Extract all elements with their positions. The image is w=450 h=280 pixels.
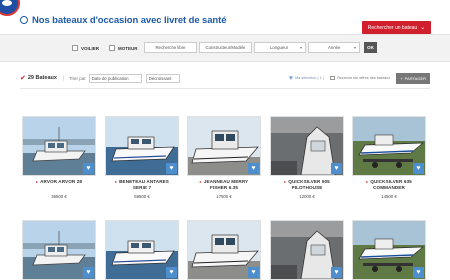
brand-logo[interactable]	[0, 0, 20, 16]
boat-circle-icon	[20, 16, 28, 24]
add-favorite-heart-icon[interactable]: ♥	[331, 163, 342, 174]
boat-name[interactable]: ▸ QUICKSILVER 505 PILOTHOUSE	[270, 179, 344, 191]
add-favorite-heart-icon[interactable]: ♥	[331, 267, 342, 278]
boat-photo[interactable]: ♥	[352, 220, 426, 280]
ok-button[interactable]: OK	[364, 42, 377, 53]
arrow-right-icon: ▸	[199, 179, 202, 184]
boat-photo[interactable]: ♥	[105, 220, 179, 280]
year-select-label: Année	[328, 45, 341, 50]
boat-photo[interactable]: ♥	[352, 116, 426, 176]
alert-link[interactable]: Recevoir les offres des bateaux	[330, 76, 390, 80]
sort-order-value: Décroissant	[148, 75, 172, 81]
boat-name-line1: QUICKSILVER 505	[288, 179, 330, 184]
results-count: 29 Bateaux	[27, 75, 57, 81]
add-favorite-heart-icon[interactable]: ♥	[248, 163, 259, 174]
boat-price: 17500 €	[216, 194, 232, 199]
boat-name[interactable]: ▸ JEANNEAU MERRY FISHER 6.35	[187, 179, 261, 191]
boat-name-line2: COMMANDER	[373, 185, 405, 190]
filter-voilier[interactable]: VOILIER	[72, 45, 99, 51]
page-header: Nos bateaux d'occasion avec livret de sa…	[20, 13, 226, 27]
results-actions: ♥ Ma sélection ( 1 ) Recevoir les offres…	[289, 72, 430, 84]
sort-by-value: Date de publication	[91, 75, 129, 81]
boat-name[interactable]: ▸ BENETEAU ANTARES SERIE 7	[105, 179, 179, 191]
add-favorite-heart-icon[interactable]: ♥	[83, 267, 94, 278]
filter-bar: VOILIER MOTEUR Recherche libre Construct…	[0, 34, 450, 62]
boat-photo[interactable]: ♥	[22, 220, 96, 280]
add-favorite-heart-icon[interactable]: ♥	[413, 267, 424, 278]
voilier-checkbox[interactable]	[72, 45, 78, 51]
boat-photo[interactable]: ♥	[270, 116, 344, 176]
boat-price: 59500 €	[134, 194, 150, 199]
boat-name[interactable]: ▸ QUICKSILVER 635 COMMANDER	[352, 179, 426, 191]
free-search-placeholder: Recherche libre	[155, 45, 186, 50]
year-select[interactable]: Année ▾	[308, 42, 360, 53]
builder-model-input[interactable]: Constructeur/Modèle	[199, 42, 252, 53]
boat-photo[interactable]: ♥	[187, 220, 261, 280]
boat-price: 36500 €	[51, 194, 67, 199]
add-favorite-heart-icon[interactable]: ♥	[166, 163, 177, 174]
selection-link-label: Ma sélection ( 1 )	[295, 76, 325, 80]
add-favorite-heart-icon[interactable]: ♥	[83, 163, 94, 174]
share-button[interactable]: + PARTAGER	[396, 72, 430, 84]
voilier-label: VOILIER	[81, 45, 100, 51]
divider	[20, 88, 430, 89]
add-favorite-heart-icon[interactable]: ♥	[413, 163, 424, 174]
arrow-right-icon: ▸	[35, 179, 39, 184]
arrow-right-icon: ▸	[115, 179, 118, 184]
search-boat-label: Rechercher un bateau	[367, 24, 418, 31]
boat-photo[interactable]: ♥	[22, 116, 96, 176]
boat-name-line1: BENETEAU ANTARES	[119, 179, 169, 184]
select-caret-icon: ▾	[353, 45, 356, 50]
chevron-down-icon: ⌄	[420, 25, 426, 31]
boat-name[interactable]: ▸ ARVOR ARVOR 28	[22, 179, 96, 185]
length-select[interactable]: Longueur ▾	[254, 42, 306, 53]
boat-name-line2: FISHER 6.35	[209, 185, 239, 190]
length-select-label: Longueur	[270, 45, 289, 50]
boat-photo[interactable]: ♥	[105, 116, 179, 176]
free-search-input[interactable]: Recherche libre	[144, 42, 197, 53]
results-toolbar: ✔ 29 Bateaux Trier par Date de publicati…	[20, 72, 430, 84]
boat-price: 12000 €	[299, 194, 315, 199]
envelope-icon	[330, 76, 336, 80]
moteur-checkbox[interactable]	[109, 45, 115, 51]
builder-model-placeholder: Constructeur/Modèle	[205, 45, 246, 50]
boat-name-line1: QUICKSILVER 635	[370, 179, 412, 184]
arrow-right-icon: ▸	[284, 179, 287, 184]
boat-name-line2: SERIE 7	[132, 185, 152, 190]
boat-price: 14500 €	[381, 194, 397, 199]
sort-order-select[interactable]: Décroissant	[145, 73, 180, 83]
page-title: Nos bateaux d'occasion avec livret de sa…	[32, 14, 227, 26]
add-favorite-heart-icon[interactable]: ♥	[248, 267, 259, 278]
boat-name-line2: PILOTHOUSE	[291, 185, 323, 190]
alert-link-label: Recevoir les offres des bateaux	[337, 76, 391, 80]
filter-moteur[interactable]: MOTEUR	[109, 45, 138, 51]
selection-link[interactable]: ♥ Ma sélection ( 1 )	[289, 75, 324, 82]
checkmark-icon: ✔	[20, 75, 26, 82]
boat-name-line1: JEANNEAU MERRY	[203, 179, 249, 184]
sort-label: Trier par	[62, 75, 86, 81]
boat-photo[interactable]: ♥	[187, 116, 261, 176]
sort-by-select[interactable]: Date de publication	[88, 73, 142, 83]
share-button-label: PARTAGER	[404, 75, 426, 81]
plus-icon: +	[400, 75, 403, 81]
moteur-label: MOTEUR	[118, 45, 138, 51]
heart-icon: ♥	[288, 74, 294, 82]
select-caret-icon: ▾	[299, 45, 302, 50]
boat-photo[interactable]: ♥	[270, 220, 344, 280]
arrow-right-icon: ▸	[366, 179, 369, 184]
search-boat-button[interactable]: Rechercher un bateau ⌄	[362, 21, 431, 34]
add-favorite-heart-icon[interactable]: ♥	[166, 267, 177, 278]
boat-name-line1: ARVOR ARVOR 28	[40, 179, 82, 184]
